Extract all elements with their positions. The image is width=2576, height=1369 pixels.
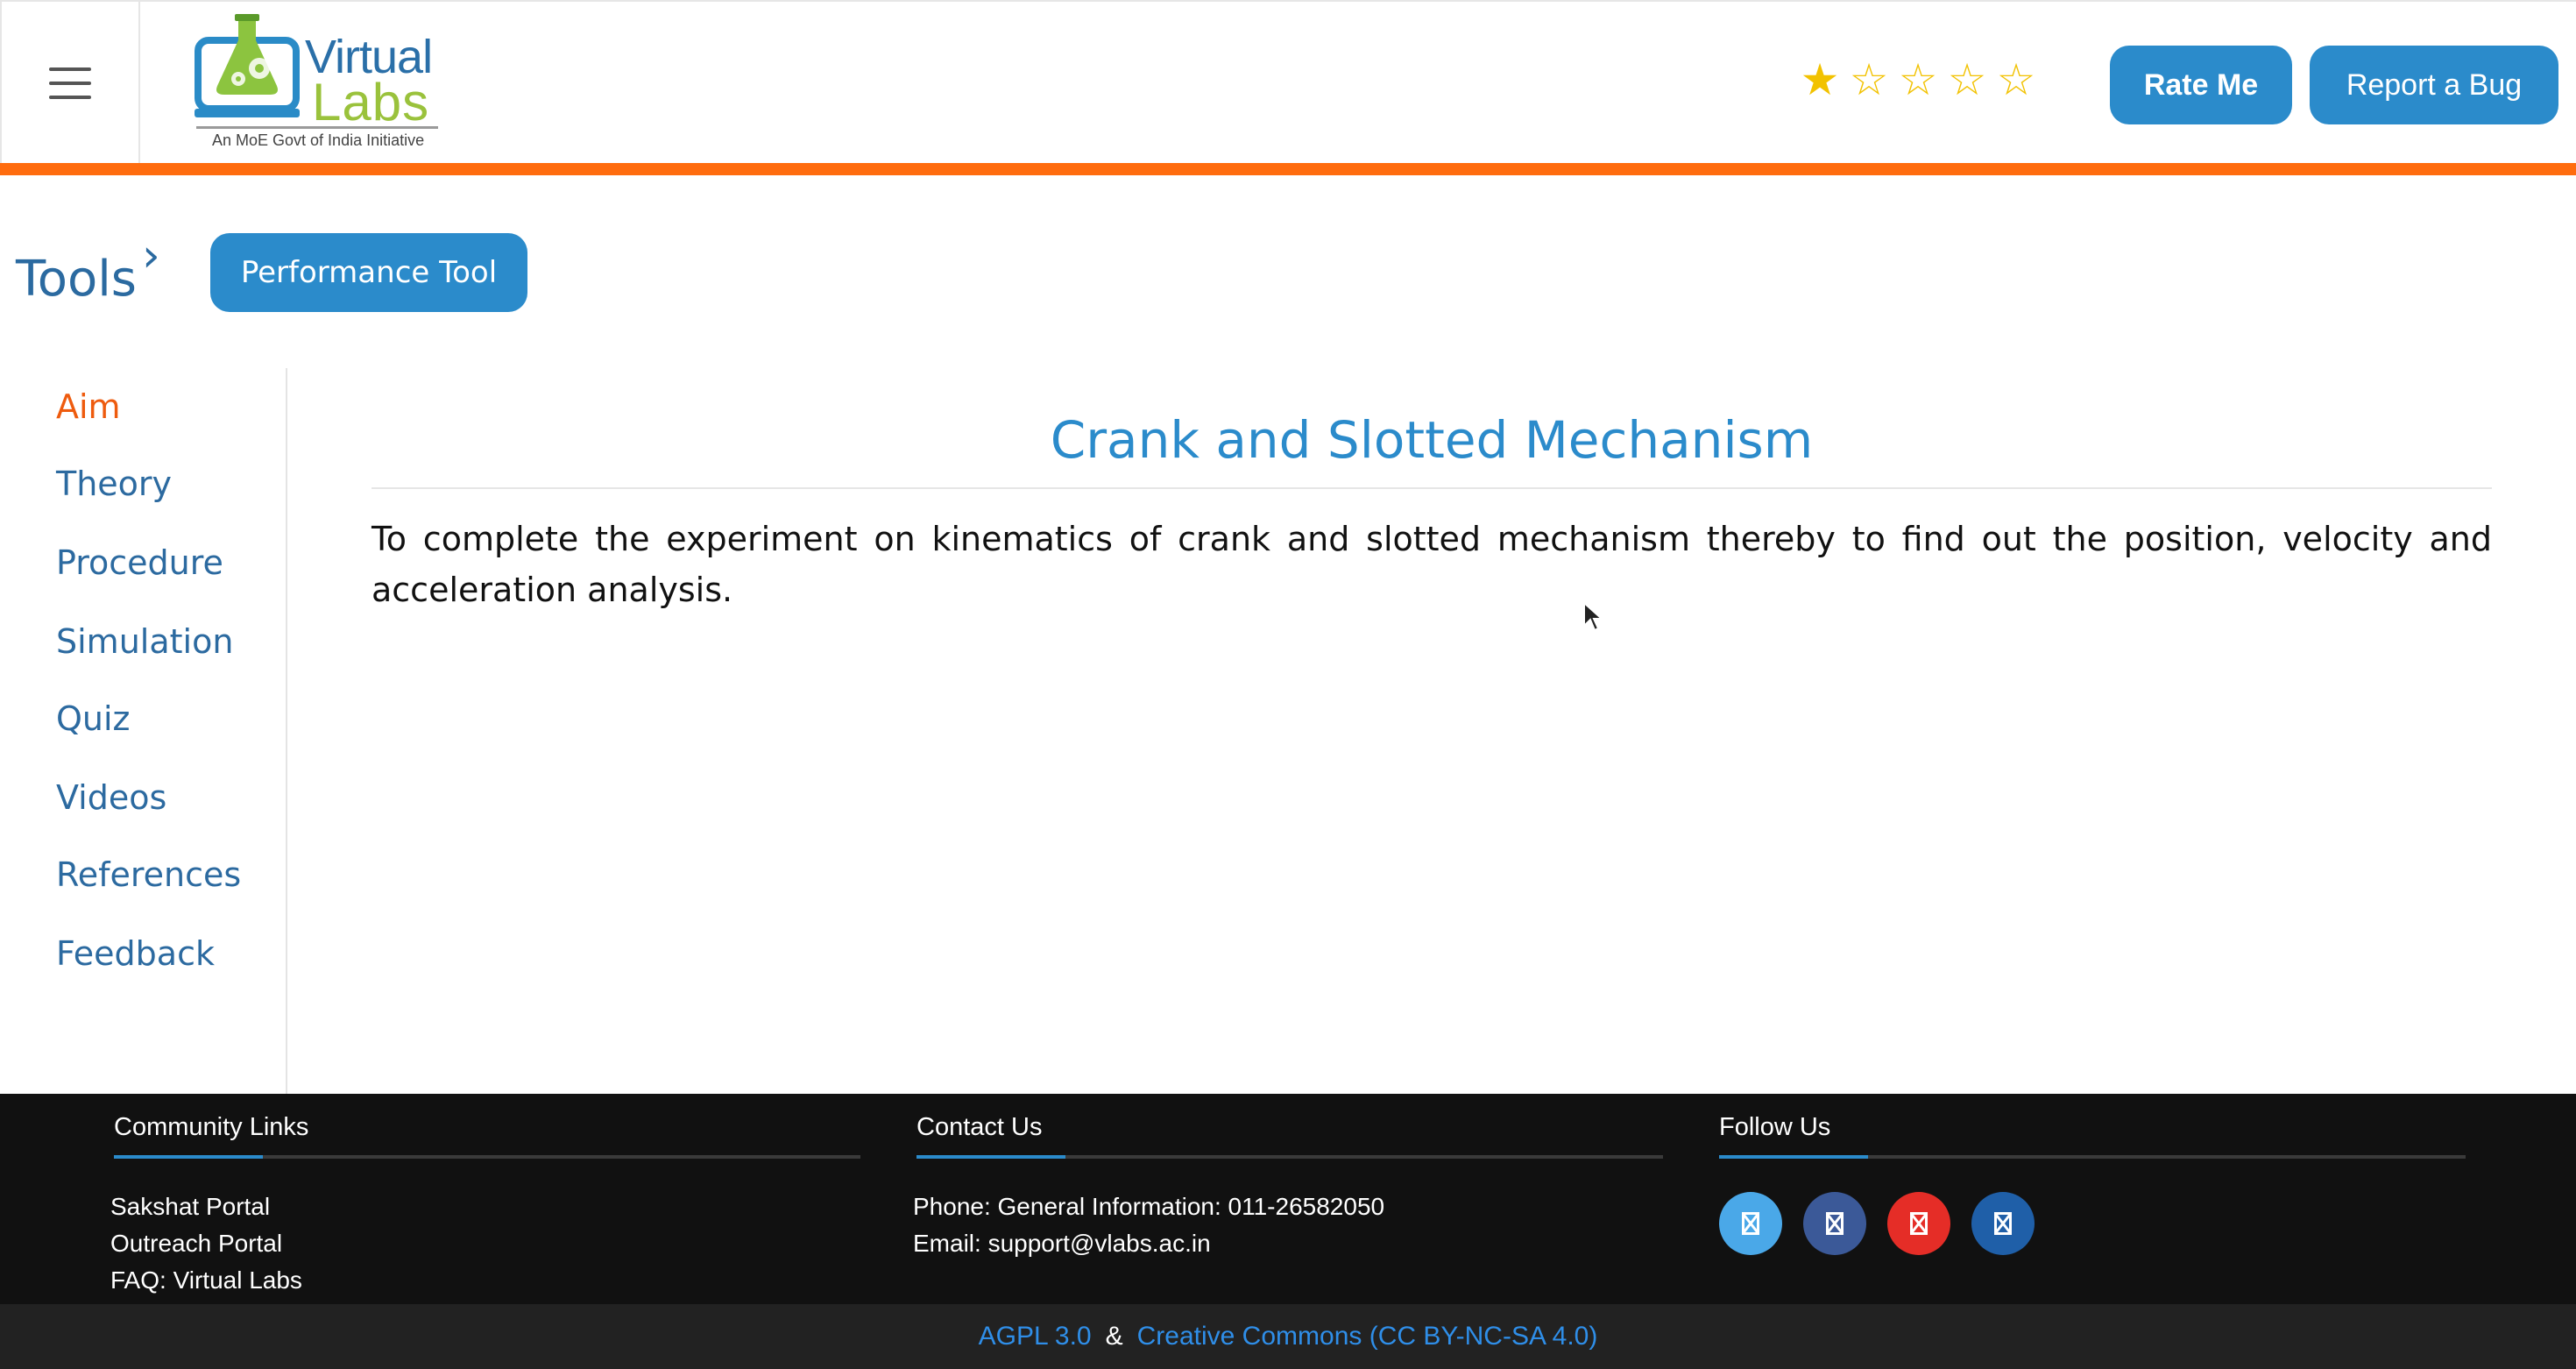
logo-divider (196, 126, 438, 129)
footer-community-column: Community Links Sakshat Portal Outreach … (110, 1113, 860, 1299)
faq-link[interactable]: FAQ: Virtual Labs (110, 1262, 860, 1299)
footer-contact-column: Contact Us Phone: General Information: 0… (913, 1113, 1663, 1262)
star-empty-icon[interactable]: ☆ (1896, 58, 1940, 102)
menu-button[interactable] (0, 2, 140, 165)
page-title: Crank and Slotted Mechanism (1050, 410, 1814, 470)
youtube-icon[interactable] (1887, 1192, 1950, 1255)
agpl-license-link[interactable]: AGPL 3.0 (979, 1322, 1092, 1351)
community-links-heading: Community Links (114, 1113, 309, 1141)
license-bar: AGPL 3.0 & Creative Commons (CC BY-NC-SA… (0, 1304, 2576, 1369)
sidebar-item-videos[interactable]: Videos (56, 778, 166, 817)
sidebar: Aim Theory Procedure Simulation Quiz Vid… (0, 368, 287, 1094)
creative-commons-link[interactable]: Creative Commons (CC BY-NC-SA 4.0) (1137, 1322, 1598, 1351)
flask-monitor-icon (195, 14, 300, 117)
license-separator: & (1105, 1322, 1123, 1351)
rate-me-button[interactable]: Rate Me (2110, 46, 2292, 124)
sidebar-item-quiz[interactable]: Quiz (56, 699, 131, 738)
performance-tool-button[interactable]: Performance Tool (210, 233, 527, 312)
follow-us-heading: Follow Us (1719, 1113, 1831, 1141)
contact-email: Email: support@vlabs.ac.in (913, 1230, 1211, 1257)
sidebar-item-theory[interactable]: Theory (56, 465, 172, 503)
social-links (1719, 1192, 2466, 1255)
sidebar-item-feedback[interactable]: Feedback (56, 934, 215, 973)
hamburger-icon (49, 67, 91, 99)
aim-text: To complete the experiment on kinematics… (372, 520, 2492, 609)
breadcrumb-tools[interactable]: Tools (16, 251, 137, 308)
footer-follow-column: Follow Us (1719, 1113, 2466, 1255)
sakshat-portal-link[interactable]: Sakshat Portal (110, 1188, 860, 1225)
site-header: Virtual Labs An MoE Govt of India Initia… (0, 0, 2576, 165)
star-empty-icon[interactable]: ☆ (1994, 58, 2038, 102)
header-accent-bar (0, 163, 2576, 175)
site-footer: Community Links Sakshat Portal Outreach … (0, 1094, 2576, 1304)
heading-underline (1719, 1155, 2466, 1159)
outreach-portal-link[interactable]: Outreach Portal (110, 1225, 860, 1262)
twitter-icon[interactable] (1719, 1192, 1782, 1255)
sidebar-item-simulation[interactable]: Simulation (56, 622, 233, 661)
star-empty-icon[interactable]: ☆ (1945, 58, 1989, 102)
sidebar-item-aim[interactable]: Aim (56, 387, 121, 426)
mouse-cursor-icon (1583, 601, 1603, 632)
linkedin-icon[interactable] (1971, 1192, 2035, 1255)
logo-text-labs: Labs (312, 73, 430, 131)
chevron-right-icon: › (142, 230, 160, 282)
virtual-labs-logo[interactable]: Virtual Labs An MoE Govt of India Initia… (193, 14, 447, 149)
report-bug-button[interactable]: Report a Bug (2310, 46, 2558, 124)
star-empty-icon[interactable]: ☆ (1847, 58, 1891, 102)
star-rating: ★ ☆ ☆ ☆ ☆ (1798, 58, 2038, 102)
star-filled-icon[interactable]: ★ (1798, 58, 1842, 102)
title-divider (372, 487, 2492, 489)
sidebar-item-references[interactable]: References (56, 855, 241, 894)
facebook-icon[interactable] (1803, 1192, 1866, 1255)
contact-us-heading: Contact Us (916, 1113, 1043, 1141)
heading-underline (916, 1155, 1663, 1159)
logo-tagline: An MoE Govt of India Initiative (212, 131, 425, 149)
sidebar-item-procedure[interactable]: Procedure (56, 543, 223, 582)
contact-phone: Phone: General Information: 011-26582050 (913, 1193, 1385, 1220)
heading-underline (114, 1155, 860, 1159)
